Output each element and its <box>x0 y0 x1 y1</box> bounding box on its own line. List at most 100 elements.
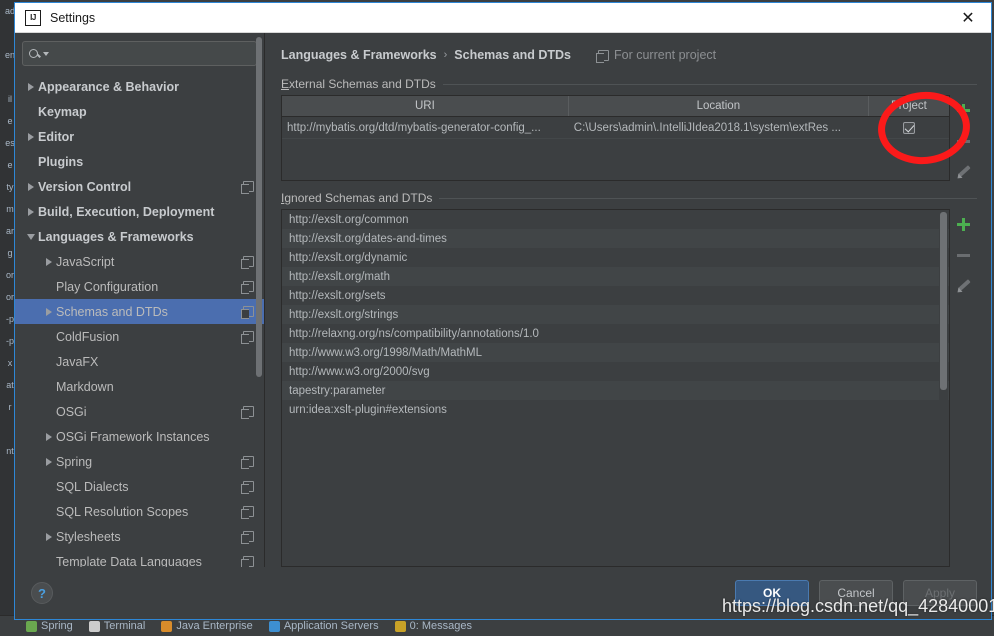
tool-window-label: Terminal <box>103 620 146 632</box>
ok-button[interactable]: OK <box>735 580 809 606</box>
cancel-button[interactable]: Cancel <box>819 580 893 606</box>
list-item[interactable]: http://relaxng.org/ns/compatibility/anno… <box>282 324 949 343</box>
project-scope-icon <box>596 49 609 63</box>
expand-toggle[interactable] <box>41 307 56 316</box>
chevron-right-icon[interactable] <box>45 257 52 266</box>
table-row[interactable]: http://mybatis.org/dtd/mybatis-generator… <box>282 117 949 139</box>
column-header-uri[interactable]: URI <box>282 96 569 116</box>
list-item[interactable]: http://exslt.org/common <box>282 210 949 229</box>
close-icon[interactable]: ✕ <box>945 3 991 32</box>
remove-button <box>955 132 973 150</box>
expand-toggle[interactable] <box>23 207 38 216</box>
add-button[interactable] <box>955 101 973 119</box>
list-item[interactable]: http://www.w3.org/1998/Math/MathML <box>282 343 949 362</box>
chevron-right-icon[interactable] <box>45 432 52 441</box>
column-header-location[interactable]: Location <box>569 96 869 116</box>
chevron-down-icon[interactable] <box>26 233 35 240</box>
sidebar-item-label: OSGi <box>56 404 87 419</box>
sidebar-item-osgi-framework-instances[interactable]: OSGi Framework Instances <box>15 424 264 449</box>
cell-project[interactable] <box>869 117 949 138</box>
list-item[interactable]: http://exslt.org/dynamic <box>282 248 949 267</box>
expand-toggle[interactable] <box>41 432 56 441</box>
sidebar-item-javascript[interactable]: JavaScript <box>15 249 264 274</box>
sidebar-item-sql-dialects[interactable]: SQL Dialects <box>15 474 264 499</box>
expand-toggle[interactable] <box>23 132 38 141</box>
expand-toggle[interactable] <box>41 457 56 466</box>
ignored-schemas-title: Ignored Schemas and DTDs <box>281 191 433 205</box>
dialog-titlebar: Settings ✕ <box>15 3 991 33</box>
list-item[interactable]: http://exslt.org/strings <box>282 305 949 324</box>
sidebar-item-version-control[interactable]: Version Control <box>15 174 264 199</box>
help-button[interactable]: ? <box>31 582 53 604</box>
breadcrumb-current: Schemas and DTDs <box>454 48 571 62</box>
sidebar-item-appearance-behavior[interactable]: Appearance & Behavior <box>15 74 264 99</box>
search-input[interactable] <box>55 46 250 61</box>
external-schemas-list-area: URI Location Project http://mybatis.org/dt… <box>281 95 977 181</box>
chevron-right-icon[interactable] <box>45 532 52 541</box>
project-checkbox[interactable] <box>902 121 915 134</box>
sidebar-item-play-configuration[interactable]: Play Configuration <box>15 274 264 299</box>
tool-window-button-spring[interactable]: Spring <box>26 620 73 632</box>
sidebar-item-coldfusion[interactable]: ColdFusion <box>15 324 264 349</box>
sidebar-item-label: Stylesheets <box>56 529 121 544</box>
list-item[interactable]: http://exslt.org/math <box>282 267 949 286</box>
list-item[interactable]: http://www.w3.org/2000/svg <box>282 362 949 381</box>
ignored-list-scrollbar[interactable] <box>939 211 948 565</box>
expand-toggle[interactable] <box>23 82 38 91</box>
search-icon <box>29 49 38 58</box>
tool-window-button-java-enterprise[interactable]: Java Enterprise <box>161 620 253 632</box>
sidebar-item-keymap[interactable]: Keymap <box>15 99 264 124</box>
column-header-project[interactable]: Project <box>869 96 949 116</box>
chevron-right-icon[interactable] <box>27 82 34 91</box>
dialog-button-group: OK Cancel Apply <box>735 580 977 606</box>
settings-tree[interactable]: Appearance & Behavior Keymap Editor Plugins… <box>15 72 264 567</box>
edit-button[interactable] <box>955 163 973 181</box>
expand-toggle[interactable] <box>23 182 38 191</box>
scrollbar-thumb[interactable] <box>940 212 947 390</box>
collapse-toggle[interactable] <box>23 233 38 240</box>
sidebar-item-build-execution-deployment[interactable]: Build, Execution, Deployment <box>15 199 264 224</box>
tool-window-button-0-messages[interactable]: 0: Messages <box>394 620 472 632</box>
sidebar-item-markdown[interactable]: Markdown <box>15 374 264 399</box>
breadcrumb-parent[interactable]: Languages & Frameworks <box>281 48 437 62</box>
list-item[interactable]: tapestry:parameter <box>282 381 949 400</box>
table-body[interactable]: http://mybatis.org/dtd/mybatis-generator… <box>282 117 949 139</box>
edit-button[interactable] <box>955 277 973 295</box>
ignored-schemas-list[interactable]: http://exslt.org/common http://exslt.org/… <box>281 209 950 567</box>
ignored-list-body[interactable]: http://exslt.org/common http://exslt.org/… <box>282 210 949 566</box>
external-schemas-table[interactable]: URI Location Project http://mybatis.org/dt… <box>281 95 950 181</box>
sidebar-item-label: Plugins <box>38 154 84 169</box>
tool-window-button-application-servers[interactable]: Application Servers <box>268 620 379 632</box>
chevron-right-icon[interactable] <box>27 207 34 216</box>
search-box[interactable] <box>22 41 257 66</box>
chevron-right-icon[interactable] <box>45 457 52 466</box>
sidebar-item-osgi[interactable]: OSGi <box>15 399 264 424</box>
sidebar-scrollbar[interactable] <box>256 37 262 377</box>
expand-toggle[interactable] <box>41 257 56 266</box>
sidebar-item-label: ColdFusion <box>56 329 120 344</box>
add-button[interactable] <box>955 215 973 233</box>
chevron-down-icon[interactable] <box>43 51 49 56</box>
sidebar-item-label: Version Control <box>38 179 132 194</box>
sidebar-item-editor[interactable]: Editor <box>15 124 264 149</box>
chevron-right-icon[interactable] <box>27 132 34 141</box>
breadcrumb-separator-icon: › <box>443 49 448 61</box>
sidebar-item-plugins[interactable]: Plugins <box>15 149 264 174</box>
tool-window-button-terminal[interactable]: Terminal <box>88 620 146 632</box>
sidebar-item-schemas-and-dtds[interactable]: Schemas and DTDs <box>15 299 264 324</box>
external-schemas-title: External Schemas and DTDs <box>281 77 436 91</box>
sidebar-item-javafx[interactable]: JavaFX <box>15 349 264 374</box>
sidebar-item-spring[interactable]: Spring <box>15 449 264 474</box>
list-item[interactable]: http://exslt.org/dates-and-times <box>282 229 949 248</box>
cell-uri: http://mybatis.org/dtd/mybatis-generator… <box>287 121 541 134</box>
list-item[interactable]: urn:idea:xslt-plugin#extensions <box>282 400 949 419</box>
sidebar-item-sql-resolution-scopes[interactable]: SQL Resolution Scopes <box>15 499 264 524</box>
chevron-right-icon[interactable] <box>45 307 52 316</box>
sidebar-item-template-data-languages[interactable]: Template Data Languages <box>15 549 264 567</box>
list-item[interactable]: http://exslt.org/sets <box>282 286 949 305</box>
expand-toggle[interactable] <box>41 532 56 541</box>
project-scope-icon <box>241 281 254 294</box>
chevron-right-icon[interactable] <box>27 182 34 191</box>
sidebar-item-stylesheets[interactable]: Stylesheets <box>15 524 264 549</box>
sidebar-item-languages-frameworks[interactable]: Languages & Frameworks <box>15 224 264 249</box>
